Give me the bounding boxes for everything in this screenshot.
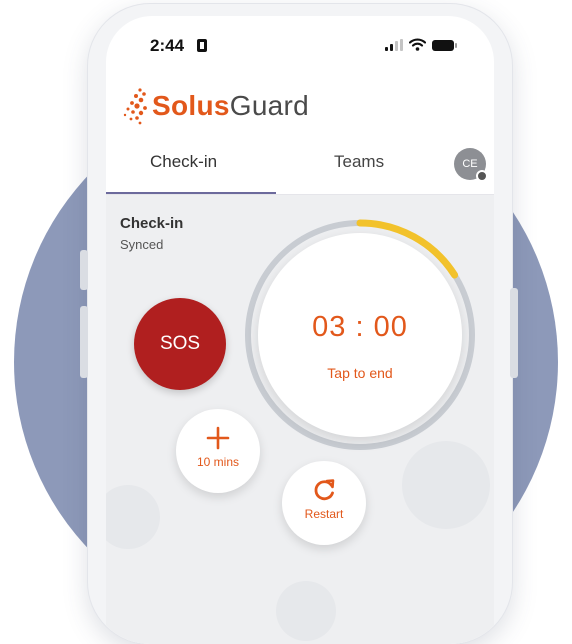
wifi-icon <box>409 38 426 51</box>
check-in-panel: Check-in Synced SOS 03 : 00 Tap to end 1… <box>106 195 494 644</box>
phone-frame: 2:44 SolusGuard Check-in Teams CE Check-… <box>88 4 512 644</box>
avatar-status-badge <box>476 170 488 182</box>
timer-button[interactable]: 03 : 00 Tap to end <box>258 233 462 437</box>
status-icons <box>385 38 457 51</box>
phone-side-button <box>80 250 88 290</box>
decorative-circle <box>276 581 336 641</box>
phone-side-button <box>510 288 518 378</box>
phone-side-button <box>80 306 88 378</box>
timer-value: 03 : 00 <box>312 311 408 343</box>
tab-teams[interactable]: Teams <box>334 152 384 172</box>
phone-screen: 2:44 SolusGuard Check-in Teams CE Check-… <box>106 16 494 644</box>
logo-text-guard: Guard <box>229 90 310 121</box>
timer-hint: Tap to end <box>327 365 393 381</box>
plus-icon <box>206 426 230 450</box>
logo-text-solus: Solus <box>152 90 230 121</box>
decorative-circle <box>106 485 160 549</box>
app-logo: SolusGuard <box>152 90 309 122</box>
add-10-mins-button[interactable]: 10 mins <box>176 409 260 493</box>
section-title: Check-in <box>120 215 184 232</box>
restart-button[interactable]: Restart <box>282 461 366 545</box>
add-button-label: 10 mins <box>196 455 240 469</box>
status-time: 2:44 <box>150 36 185 55</box>
restart-icon <box>314 479 335 501</box>
battery-icon <box>432 40 457 51</box>
tab-bar: Check-in Teams CE <box>106 146 494 195</box>
restart-button-label: Restart <box>304 507 344 521</box>
sync-status: Synced <box>120 237 164 252</box>
tab-check-in[interactable]: Check-in <box>150 152 217 172</box>
status-bar: 2:44 <box>106 16 494 66</box>
sim-card-icon <box>197 39 207 52</box>
logo-dots-icon <box>123 88 147 125</box>
signal-icon <box>385 39 403 51</box>
sos-button[interactable]: SOS <box>134 298 226 390</box>
